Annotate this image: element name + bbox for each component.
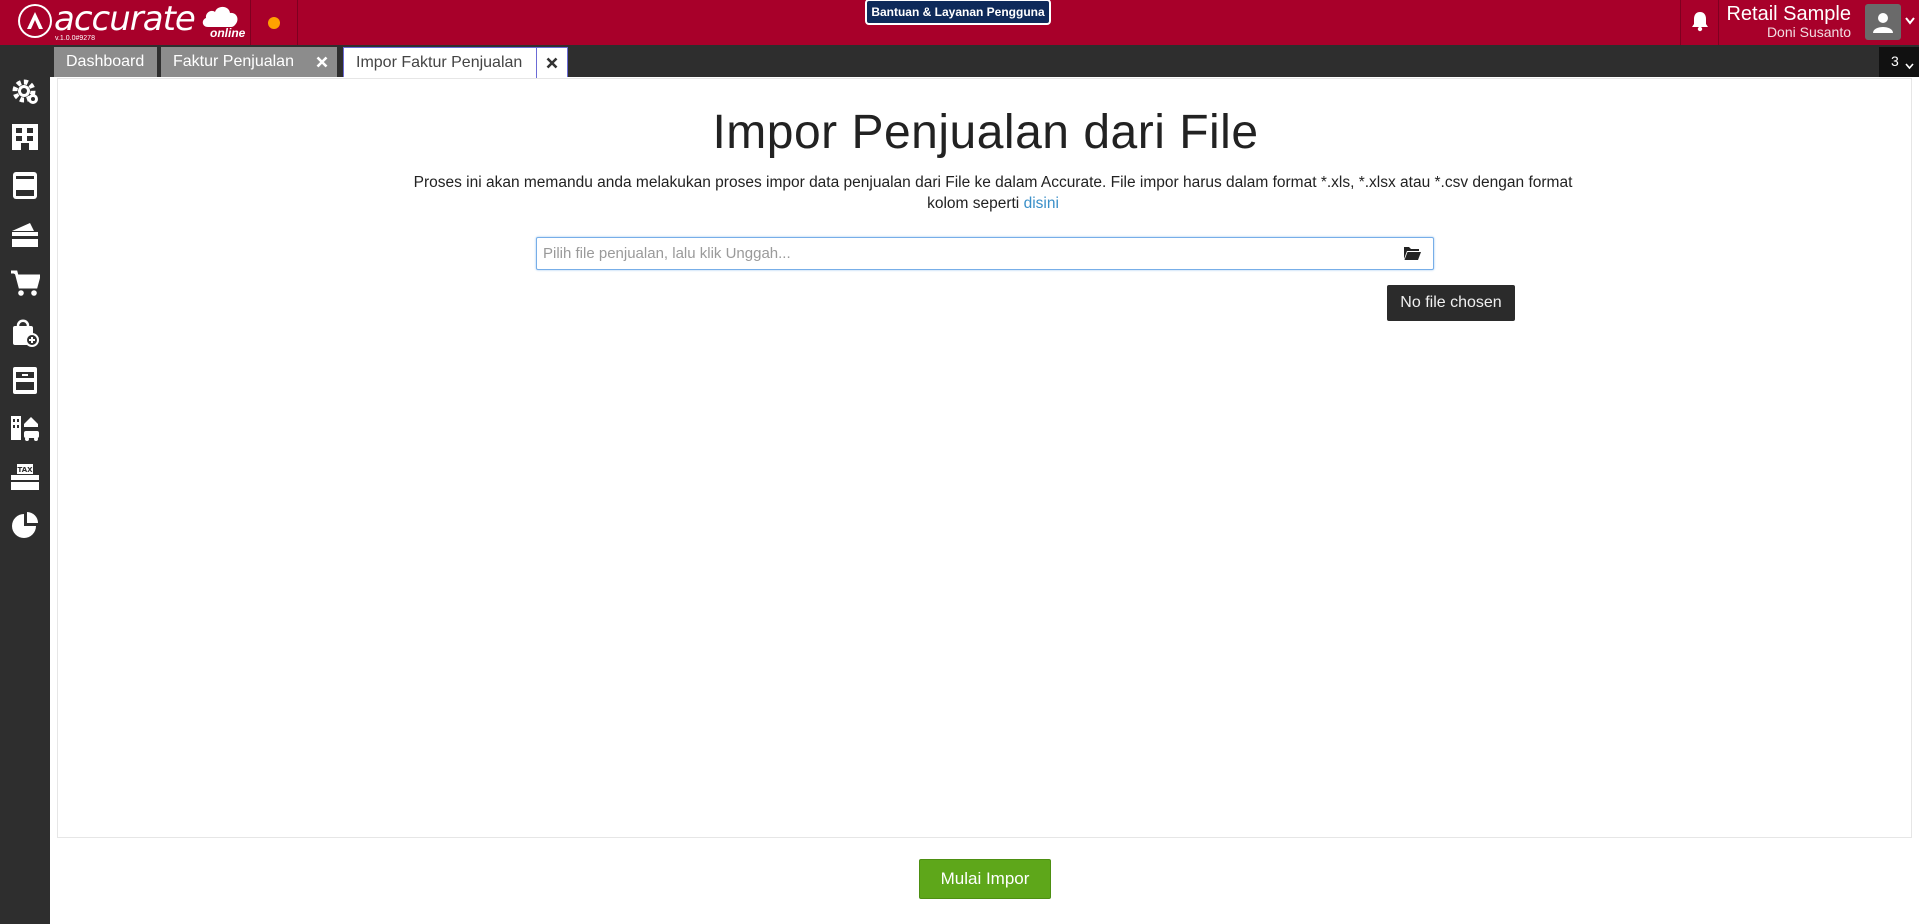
tab-impor-faktur-penjualan[interactable]: Impor Faktur Penjualan	[343, 47, 568, 78]
svg-text:TAX: TAX	[17, 466, 33, 474]
file-upload-field[interactable]	[536, 237, 1434, 270]
description-text: Proses ini akan memandu anda melakukan p…	[413, 174, 1573, 212]
tab-dashboard[interactable]: Dashboard	[54, 47, 157, 77]
tax-icon[interactable]: TAX	[10, 462, 40, 492]
tab-count-value: 3	[1891, 53, 1899, 69]
tab-label: Impor Faktur Penjualan	[356, 54, 523, 71]
tab-close-button[interactable]	[536, 48, 566, 78]
company-info[interactable]: Retail Sample Doni Susanto	[1726, 3, 1851, 39]
ledger-icon[interactable]	[10, 170, 40, 200]
avatar[interactable]	[1865, 4, 1901, 40]
chevron-down-icon	[1905, 63, 1914, 70]
cart-icon[interactable]	[10, 268, 40, 298]
divider	[1718, 0, 1719, 45]
company-icon[interactable]	[10, 122, 40, 152]
main-content: Impor Penjualan dari File Proses ini aka…	[57, 78, 1912, 838]
divider	[297, 0, 298, 45]
logo-online-text: online	[210, 26, 246, 40]
shopping-bag-icon[interactable]	[10, 317, 40, 347]
report-icon[interactable]	[10, 510, 40, 540]
tab-bar: Dashboard Faktur Penjualan Impor Faktur …	[0, 45, 1919, 78]
app-version: v.1.0.0#9278	[55, 35, 95, 42]
close-icon	[316, 56, 328, 68]
status-dot	[268, 17, 280, 29]
company-name: Retail Sample	[1726, 3, 1851, 25]
tab-close-button[interactable]	[307, 47, 337, 77]
close-icon	[546, 57, 557, 69]
tab-label: Faktur Penjualan	[173, 53, 294, 70]
tab-faktur-penjualan[interactable]: Faktur Penjualan	[161, 47, 337, 77]
page-description: Proses ini akan memandu anda melakukan p…	[393, 172, 1593, 214]
inventory-icon[interactable]	[10, 365, 40, 395]
logo-mark-icon	[18, 4, 52, 38]
accurate-logo[interactable]: accurate online v.1.0.0#9278	[14, 0, 246, 43]
chevron-down-icon[interactable]	[1905, 17, 1915, 25]
notification-bell-icon[interactable]	[1690, 10, 1710, 32]
divider	[250, 0, 251, 45]
sidebar: TAX	[0, 77, 50, 924]
format-link[interactable]: disini	[1024, 195, 1059, 212]
help-service-button[interactable]: Bantuan & Layanan Pengguna	[865, 0, 1051, 25]
settings-icon[interactable]	[10, 77, 40, 107]
divider	[1680, 0, 1681, 45]
tab-label: Dashboard	[66, 53, 145, 70]
tab-count-dropdown[interactable]: 3	[1879, 47, 1919, 77]
assets-icon[interactable]	[10, 412, 40, 442]
file-tooltip: No file chosen	[1387, 285, 1515, 321]
page-title: Impor Penjualan dari File	[712, 106, 1259, 159]
top-bar: accurate online v.1.0.0#9278 Bantuan & L…	[0, 0, 1919, 45]
bank-icon[interactable]	[10, 219, 40, 249]
user-icon	[1873, 13, 1893, 33]
user-name: Doni Susanto	[1766, 24, 1851, 40]
start-import-button[interactable]: Mulai Impor	[919, 859, 1051, 899]
file-path-input[interactable]	[543, 238, 1383, 269]
logo-text: accurate	[54, 0, 196, 39]
folder-open-icon[interactable]	[1403, 245, 1421, 261]
